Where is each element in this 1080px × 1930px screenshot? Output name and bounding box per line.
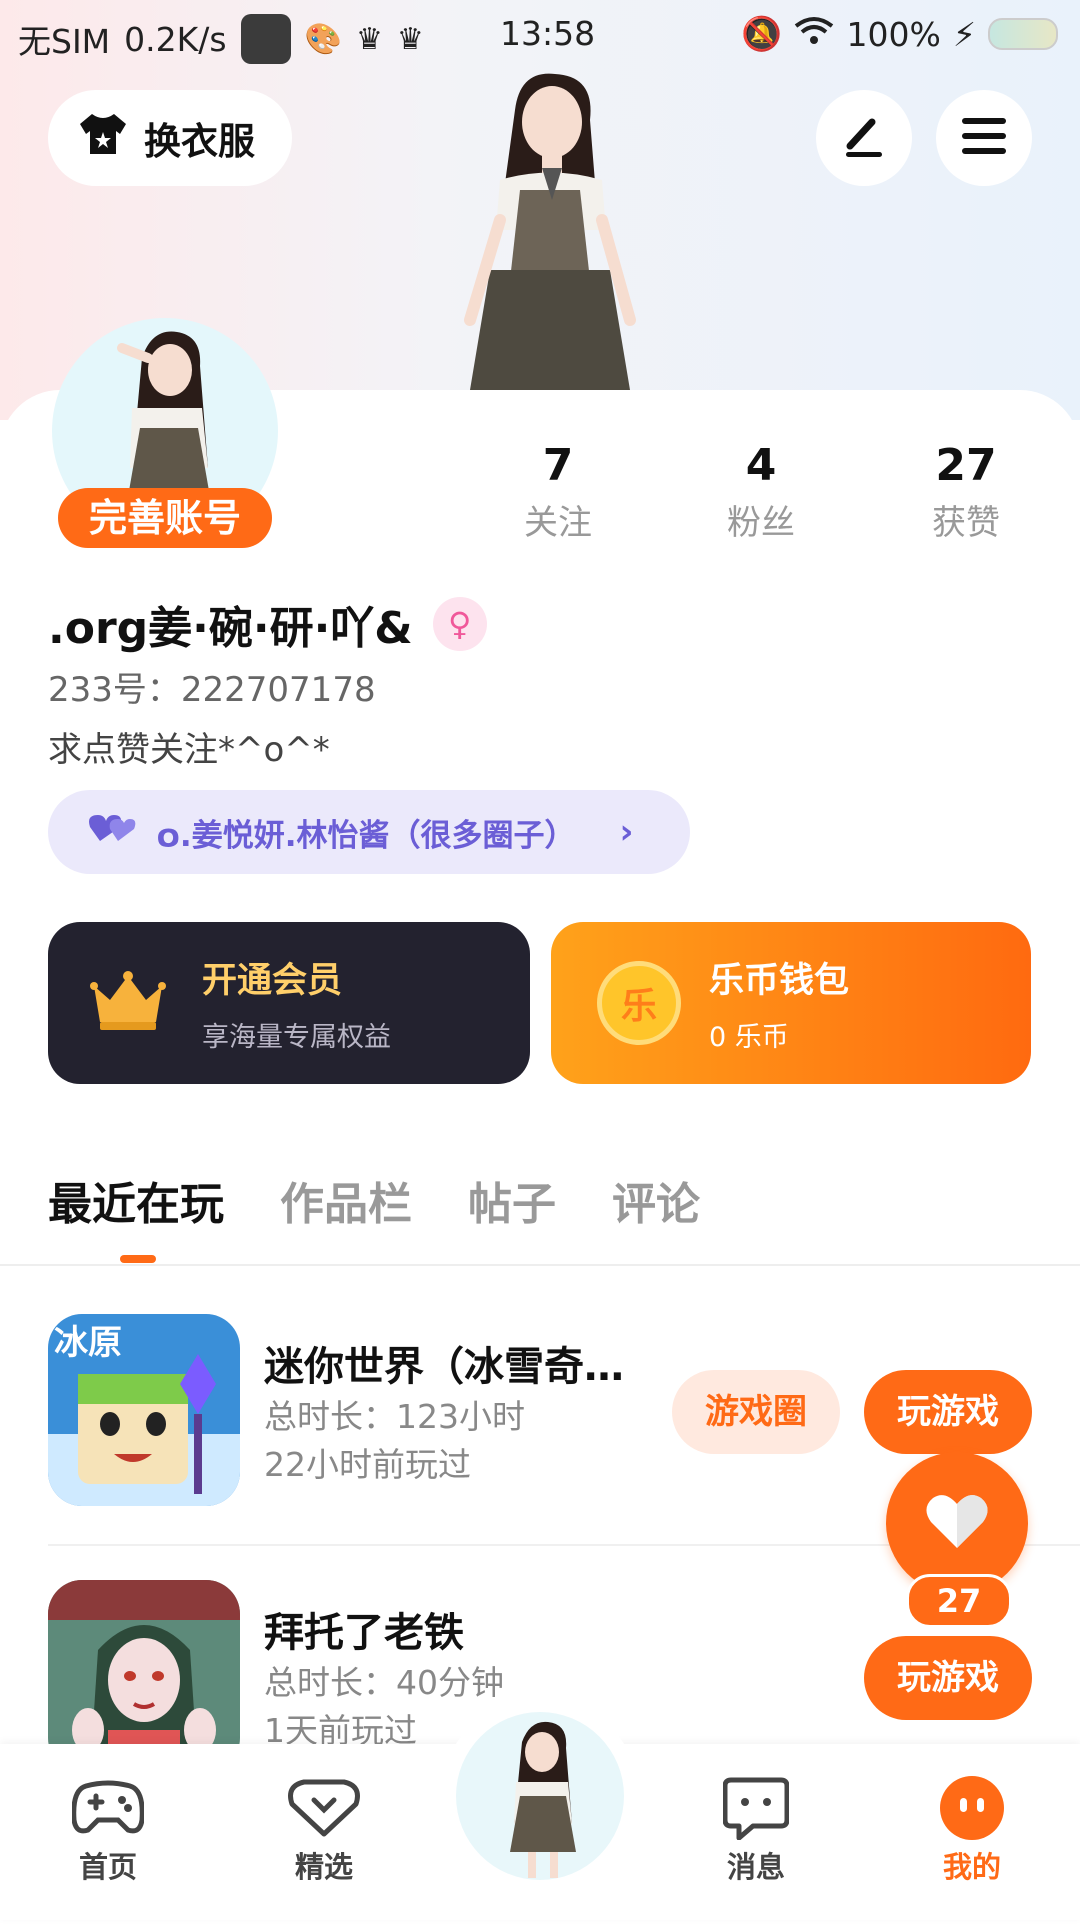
nav-mine[interactable]: 我的 xyxy=(912,1772,1032,1886)
net-speed: 0.2K/s xyxy=(124,19,227,59)
mute-bell-icon: 🔕 xyxy=(741,14,783,53)
status-bar: 无SIM 0.2K/s 🎨 ♛ ♛ 13:58 🔕 100% ⚡ xyxy=(0,0,1080,70)
tab-recently-played[interactable]: 最近在玩 xyxy=(48,1168,224,1232)
game-icon-label: 冰原 xyxy=(54,1323,122,1363)
game-total-time: 总时长：40分钟 xyxy=(264,1663,504,1702)
pen-icon xyxy=(840,112,888,164)
game-icon-mini-world[interactable]: 冰原 xyxy=(48,1314,240,1506)
circle-link[interactable]: ໐.姜悦妍.林怡酱（很多圈子） › xyxy=(48,790,690,874)
gamepad-icon xyxy=(48,1772,168,1844)
profile-face-icon xyxy=(912,1772,1032,1844)
nav-featured-label: 精选 xyxy=(294,1850,353,1884)
heart-icon xyxy=(925,1492,989,1554)
tab-indicator xyxy=(120,1255,156,1263)
tab-works[interactable]: 作品栏 xyxy=(280,1168,412,1232)
crown-notify-icon: ♛ xyxy=(355,21,383,57)
crown-icon xyxy=(90,970,166,1036)
wallet-card[interactable]: 乐 乐币钱包 0 乐币 xyxy=(551,922,1031,1084)
followers-stat[interactable]: 4 粉丝 xyxy=(681,440,841,544)
menu-button[interactable] xyxy=(936,90,1032,186)
nav-home[interactable]: 首页 xyxy=(48,1772,168,1886)
change-outfit-label: 换衣服 xyxy=(144,120,255,163)
user-id[interactable]: 233号：222707178 xyxy=(48,662,376,711)
vip-card[interactable]: 开通会员 享海量专属权益 xyxy=(48,922,530,1084)
nav-featured[interactable]: 精选 xyxy=(264,1772,384,1886)
nav-home-label: 首页 xyxy=(78,1850,137,1884)
like-count-badge: 27 xyxy=(906,1574,1012,1628)
game-total-time: 总时长：123小时 xyxy=(264,1397,525,1436)
coin-icon: 乐 xyxy=(597,961,681,1045)
complete-account-badge[interactable]: 完善账号 xyxy=(58,488,272,548)
like-fab-button[interactable] xyxy=(886,1452,1028,1594)
nav-messages[interactable]: 消息 xyxy=(696,1772,816,1886)
username-row: .org姜·碗·研·吖& ♀ xyxy=(48,592,487,656)
nav-avatar-button[interactable] xyxy=(456,1712,624,1880)
crown-notify-icon-2: ♛ xyxy=(396,21,424,57)
hamburger-icon xyxy=(960,114,1008,162)
followers-count: 4 xyxy=(745,440,777,491)
charging-icon: ⚡ xyxy=(952,14,976,54)
game-last-played: 22小时前玩过 xyxy=(264,1445,471,1484)
carrier-text: 无SIM xyxy=(18,22,111,61)
nav-messages-label: 消息 xyxy=(726,1850,785,1884)
play-game-button[interactable]: 玩游戏 xyxy=(864,1636,1032,1720)
tshirt-icon xyxy=(78,112,128,165)
likes-stat[interactable]: 27 获赞 xyxy=(886,440,1046,544)
followers-label: 粉丝 xyxy=(727,503,795,543)
battery-icon xyxy=(988,18,1058,50)
vip-title: 开通会员 xyxy=(202,961,343,1001)
following-label: 关注 xyxy=(524,503,592,543)
palette-icon: 🎨 xyxy=(304,21,342,57)
following-stat[interactable]: 7 关注 xyxy=(478,440,638,544)
change-outfit-button[interactable]: 换衣服 xyxy=(48,90,292,186)
wallet-title: 乐币钱包 xyxy=(709,961,850,1001)
avatar-character-3d[interactable] xyxy=(430,70,670,390)
nav-mine-label: 我的 xyxy=(942,1850,1001,1884)
likes-label: 获赞 xyxy=(932,503,1000,543)
double-heart-icon xyxy=(88,811,138,853)
likes-count: 27 xyxy=(935,440,997,491)
tab-comments[interactable]: 评论 xyxy=(612,1168,700,1232)
circle-name: ໐.姜悦妍.林怡酱（很多圈子） xyxy=(156,817,576,854)
game-name: 拜托了老铁 xyxy=(264,1610,464,1656)
vip-subtitle: 享海量专属权益 xyxy=(202,1022,391,1053)
play-game-button[interactable]: 玩游戏 xyxy=(864,1370,1032,1454)
battery-text: 100% xyxy=(846,14,941,54)
user-bio: 求点赞关注*^o^* xyxy=(48,730,330,770)
tabs-divider xyxy=(0,1264,1080,1266)
wifi-icon xyxy=(794,15,834,54)
profile-tabs: 最近在玩 作品栏 帖子 评论 xyxy=(48,1168,700,1232)
chevron-right-icon: › xyxy=(619,812,634,852)
game-name: 迷你世界（冰雪奇… xyxy=(264,1344,624,1390)
following-count: 7 xyxy=(542,440,574,491)
app-notification-icon xyxy=(240,14,291,64)
game-circle-button[interactable]: 游戏圈 xyxy=(672,1370,840,1454)
game-row[interactable]: 冰原 迷你世界（冰雪奇… 总时长：123小时 22小时前玩过 游戏圈 玩游戏 xyxy=(48,1314,1038,1506)
wallet-balance: 0 乐币 xyxy=(709,1022,789,1053)
heart-badge-icon xyxy=(264,1772,384,1844)
edit-button[interactable] xyxy=(816,90,912,186)
username: .org姜·碗·研·吖& xyxy=(48,603,413,654)
clock: 13:58 xyxy=(500,14,596,53)
chat-bubble-icon xyxy=(696,1772,816,1844)
tab-posts[interactable]: 帖子 xyxy=(468,1168,556,1232)
female-gender-icon: ♀ xyxy=(432,597,487,651)
